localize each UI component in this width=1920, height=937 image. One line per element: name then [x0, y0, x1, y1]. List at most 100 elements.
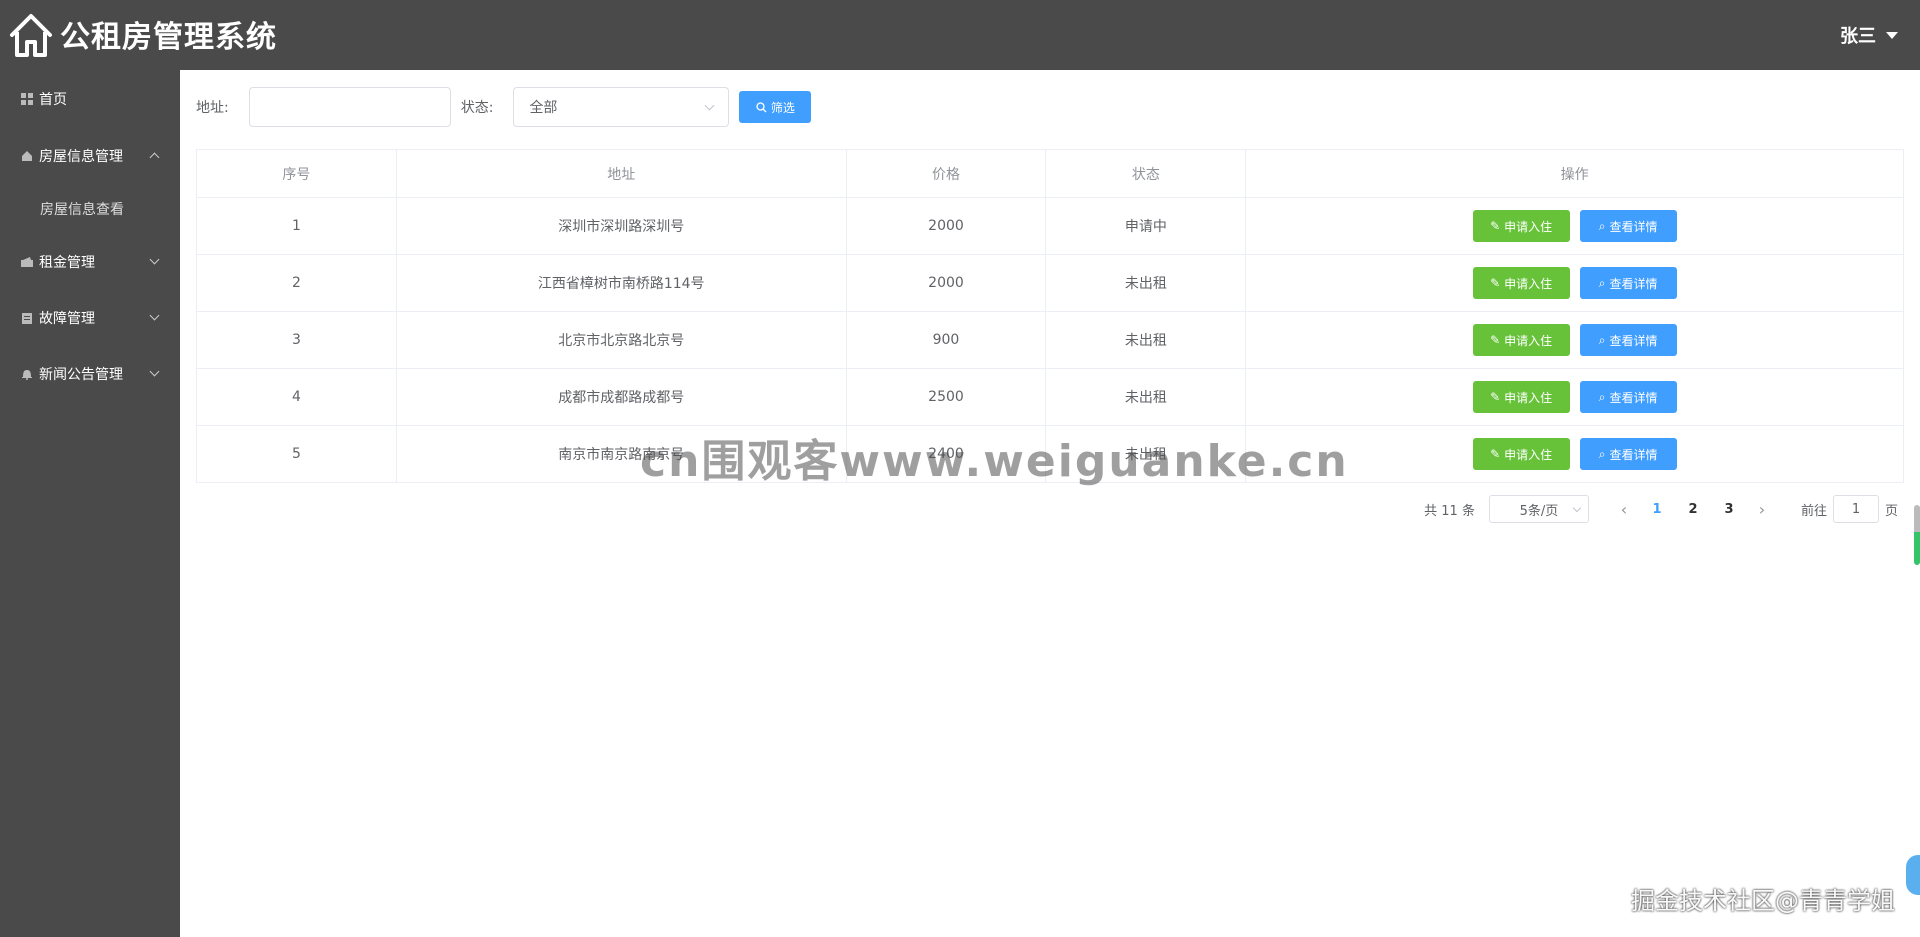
user-menu[interactable]: 张三	[1840, 22, 1898, 48]
floating-assist-button[interactable]	[1906, 855, 1920, 895]
sidebar-item-home[interactable]: 首页	[0, 70, 180, 128]
goto-prefix: 前往	[1800, 503, 1827, 519]
filter-bar: 地址: 状态: 全部 筛选	[196, 87, 812, 127]
sidebar-item-label: 新闻公告管理	[39, 367, 123, 383]
top-header: 公租房管理系统 张三	[0, 0, 1920, 70]
clipboard-icon	[20, 311, 34, 325]
status-select[interactable]: 全部	[513, 87, 730, 127]
page-3-button[interactable]: 3	[1711, 495, 1747, 523]
cell-price: 2000	[845, 197, 1047, 255]
apply-button-label: 申请入住	[1504, 276, 1553, 291]
page-size-value: 5条/页	[1519, 503, 1559, 519]
pagination-total: 共 11 条	[1424, 503, 1475, 519]
detail-button-label: 查看详情	[1609, 390, 1658, 405]
apply-button[interactable]: ✎ 申请入住	[1472, 267, 1570, 299]
apply-button-label: 申请入住	[1504, 219, 1553, 234]
chevron-down-icon	[1572, 503, 1582, 513]
chevron-down-icon	[149, 310, 160, 321]
user-name: 张三	[1840, 26, 1876, 47]
address-label: 地址:	[196, 100, 229, 116]
corner-watermark: 掘金技术社区@青青学姐	[1631, 887, 1895, 915]
detail-button-label: 查看详情	[1609, 333, 1658, 348]
pagination: 共 11 条 5条/页 ‹ 1 2 3 › 前往 页	[1424, 494, 1898, 524]
edit-icon: ✎	[1490, 333, 1501, 347]
sidebar-item-news[interactable]: 新闻公告管理	[0, 346, 180, 402]
detail-button-label: 查看详情	[1609, 219, 1658, 234]
cell-no: 4	[196, 368, 397, 426]
table-header-row: 序号 地址 价格 状态 操作	[196, 149, 1904, 198]
sidebar-item-house-info[interactable]: 房屋信息管理	[0, 128, 180, 184]
prev-page-button[interactable]: ‹	[1609, 495, 1639, 523]
cell-status: 未出租	[1045, 311, 1247, 369]
apply-button-label: 申请入住	[1504, 333, 1553, 348]
search-icon: ⌕	[1598, 389, 1606, 404]
col-header-status: 状态	[1045, 149, 1247, 198]
sidebar-item-label: 故障管理	[39, 311, 95, 327]
cell-no: 1	[196, 197, 397, 255]
apply-button[interactable]: ✎ 申请入住	[1472, 438, 1570, 470]
cell-price: 2000	[845, 254, 1047, 312]
table-row: 4 成都市成都路成都号 2500 未出租 ✎ 申请入住 ⌕ 查看详情	[196, 368, 1904, 426]
grid-icon	[20, 92, 34, 106]
apply-button[interactable]: ✎ 申请入住	[1472, 324, 1570, 356]
filter-button-label: 筛选	[770, 100, 795, 115]
address-input[interactable]	[248, 87, 451, 127]
edit-icon: ✎	[1490, 276, 1501, 290]
cell-address: 深圳市深圳路深圳号	[395, 197, 847, 255]
next-page-button[interactable]: ›	[1747, 495, 1777, 523]
house-icon	[20, 149, 34, 163]
detail-button[interactable]: ⌕ 查看详情	[1579, 210, 1677, 242]
apply-button[interactable]: ✎ 申请入住	[1472, 210, 1570, 242]
search-icon: ⌕	[1598, 275, 1606, 290]
goto-suffix: 页	[1884, 503, 1898, 519]
sidebar-subitem-house-view[interactable]: 房屋信息查看	[0, 184, 180, 234]
sidebar-item-fault[interactable]: 故障管理	[0, 290, 180, 346]
sidebar-item-label: 房屋信息管理	[39, 149, 123, 165]
cell-status: 申请中	[1045, 197, 1247, 255]
apply-button-label: 申请入住	[1504, 447, 1553, 462]
cell-address: 江西省樟树市南桥路114号	[395, 254, 847, 312]
detail-button-label: 查看详情	[1609, 276, 1658, 291]
cell-no: 2	[196, 254, 397, 312]
search-icon	[756, 101, 767, 112]
cell-ops: ✎ 申请入住 ⌕ 查看详情	[1245, 311, 1904, 369]
scroll-indicator[interactable]	[1914, 505, 1920, 565]
col-header-no: 序号	[196, 149, 397, 198]
detail-button[interactable]: ⌕ 查看详情	[1579, 381, 1677, 413]
wallet-icon	[20, 255, 34, 269]
page-1-button[interactable]: 1	[1639, 495, 1675, 523]
apply-button[interactable]: ✎ 申请入住	[1472, 381, 1570, 413]
cell-address: 北京市北京路北京号	[395, 311, 847, 369]
home-logo-icon	[10, 14, 52, 57]
goto-page-input[interactable]	[1832, 495, 1879, 523]
caret-down-icon	[1886, 31, 1898, 39]
sidebar-item-rent[interactable]: 租金管理	[0, 234, 180, 290]
sidebar: 首页 房屋信息管理 房屋信息查看 租金管理 故障管理 新闻公告管理	[0, 70, 180, 937]
detail-button[interactable]: ⌕ 查看详情	[1579, 438, 1677, 470]
chevron-up-icon	[149, 152, 160, 163]
status-label: 状态:	[460, 100, 494, 116]
search-icon: ⌕	[1598, 446, 1606, 461]
cell-no: 5	[196, 425, 397, 483]
page-goto: 前往 页	[1801, 495, 1898, 523]
sidebar-item-label: 首页	[39, 92, 67, 108]
cell-price: 2500	[845, 368, 1047, 426]
cell-ops: ✎ 申请入住 ⌕ 查看详情	[1245, 368, 1904, 426]
detail-button[interactable]: ⌕ 查看详情	[1579, 324, 1677, 356]
detail-button[interactable]: ⌕ 查看详情	[1579, 267, 1677, 299]
app-title: 公租房管理系统	[60, 20, 277, 55]
cell-no: 3	[196, 311, 397, 369]
detail-button-label: 查看详情	[1609, 447, 1658, 462]
center-watermark: cn围观客www.weiguanke.cn	[640, 436, 1349, 487]
cell-ops: ✎ 申请入住 ⌕ 查看详情	[1245, 254, 1904, 312]
page-2-button[interactable]: 2	[1675, 495, 1711, 523]
edit-icon: ✎	[1490, 390, 1501, 404]
filter-button[interactable]: 筛选	[739, 91, 812, 123]
page-size-select[interactable]: 5条/页	[1488, 495, 1589, 523]
chevron-down-icon	[149, 366, 160, 377]
chevron-down-icon	[704, 100, 715, 111]
search-icon: ⌕	[1598, 332, 1606, 347]
cell-status: 未出租	[1045, 368, 1247, 426]
cell-ops: ✎ 申请入住 ⌕ 查看详情	[1245, 197, 1904, 255]
bell-icon	[20, 367, 34, 381]
